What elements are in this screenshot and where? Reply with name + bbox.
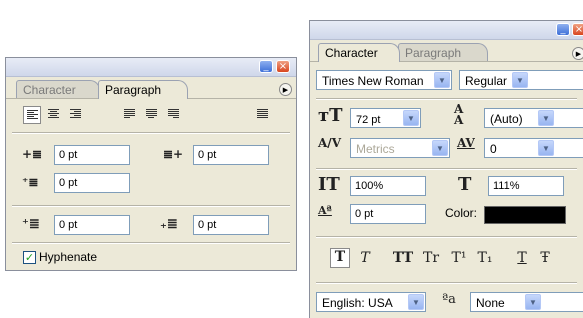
align-left-icon [27, 110, 38, 121]
divider [12, 205, 290, 207]
chevron-down-icon[interactable]: ▼ [538, 110, 554, 126]
font-size-value: 72 pt [356, 114, 381, 126]
hyphenate-checkbox[interactable]: ✓ [23, 251, 36, 264]
leading-icon: AA [454, 102, 464, 127]
chevron-down-icon[interactable]: ▼ [512, 72, 528, 88]
strikethrough-button[interactable]: Ŧ [536, 250, 554, 266]
font-size-icon: ᴛT [318, 105, 343, 126]
align-right-button[interactable] [67, 106, 85, 124]
tab-character[interactable]: Character [318, 43, 400, 62]
divider [316, 236, 577, 238]
justify-last-right-icon [168, 109, 179, 120]
chevron-down-icon[interactable]: ▼ [408, 294, 424, 310]
paragraph-panel-body: +≣ 0 pt ≣+ 0 pt ⁺≣ 0 pt ⁺≣ 0 pt ₊≣ 0 pt … [6, 98, 296, 270]
faux-italic-button[interactable]: T [356, 250, 374, 266]
leading-dropdown[interactable]: (Auto) ▼ [484, 108, 583, 128]
vertical-scale-input[interactable]: 100% [350, 176, 426, 196]
panel-menu-button[interactable]: ▶ [279, 83, 292, 96]
character-panel-body: Times New Roman ▼ Regular ▼ ᴛT 72 pt ▼ A… [310, 61, 583, 318]
tab-paragraph[interactable]: Paragraph [98, 80, 188, 99]
space-before-input[interactable]: 0 pt [54, 215, 130, 235]
indent-left-icon: +≣ [22, 147, 43, 161]
minimize-button[interactable]: _ [259, 60, 273, 73]
indent-first-line-icon: ⁺≣ [22, 175, 39, 189]
justify-last-center-icon [146, 109, 157, 120]
space-after-icon: ₊≣ [160, 217, 178, 232]
underline-button[interactable]: T [513, 250, 531, 266]
justify-last-left-icon [124, 109, 135, 120]
anti-alias-icon: ªa [442, 292, 456, 307]
justify-last-right-button[interactable] [165, 106, 183, 124]
font-family-dropdown[interactable]: Times New Roman ▼ [316, 70, 452, 90]
superscript-button[interactable]: T¹ [448, 250, 470, 266]
chevron-down-icon[interactable]: ▼ [403, 110, 419, 126]
chevron-down-icon[interactable]: ▼ [432, 140, 448, 156]
font-size-dropdown[interactable]: 72 pt ▼ [350, 108, 421, 128]
character-panel-tabs: Character Paragraph ▶ [310, 40, 583, 62]
divider [316, 168, 577, 170]
tracking-dropdown[interactable]: 0 ▼ [484, 138, 583, 158]
divider [316, 98, 577, 100]
paragraph-panel-tabs: Character Paragraph ▶ [6, 77, 296, 99]
horizontal-scale-icon: T [458, 174, 472, 195]
tab-character[interactable]: Character [16, 80, 100, 99]
color-label: Color: [445, 206, 478, 220]
align-center-icon [48, 109, 59, 120]
align-right-icon [70, 109, 81, 120]
small-caps-button[interactable]: Tr [420, 250, 442, 266]
panel-menu-button[interactable]: ▶ [572, 47, 583, 60]
justify-all-icon [257, 109, 268, 120]
tracking-value: 0 [490, 142, 497, 156]
divider [12, 132, 290, 134]
space-after-input[interactable]: 0 pt [193, 215, 269, 235]
kerning-value: Metrics [356, 142, 395, 156]
horizontal-scale-input[interactable]: 111% [488, 176, 564, 196]
baseline-shift-input[interactable]: 0 pt [350, 204, 426, 224]
chevron-down-icon[interactable]: ▼ [525, 294, 541, 310]
baseline-shift-icon: Aª [318, 204, 332, 217]
align-left-button[interactable] [23, 106, 41, 124]
paragraph-panel: _ × Character Paragraph ▶ +≣ 0 pt ≣+ 0 p… [5, 57, 297, 271]
font-style-value: Regular [465, 74, 508, 88]
vertical-scale-icon: IT [318, 174, 340, 195]
character-panel: _ × Character Paragraph ▶ Times New Roma… [309, 20, 583, 318]
chevron-down-icon[interactable]: ▼ [538, 140, 554, 156]
kerning-dropdown[interactable]: Metrics ▼ [350, 138, 450, 158]
kerning-icon: A/V [318, 136, 342, 150]
divider [316, 282, 577, 284]
indent-right-input[interactable]: 0 pt [193, 145, 269, 165]
subscript-button[interactable]: T₁ [474, 250, 496, 266]
minimize-button[interactable]: _ [556, 23, 570, 36]
leading-value: (Auto) [490, 112, 523, 126]
space-before-icon: ⁺≣ [22, 217, 40, 232]
divider [12, 242, 290, 244]
indent-left-input[interactable]: 0 pt [54, 145, 130, 165]
anti-alias-dropdown[interactable]: None ▼ [470, 292, 583, 312]
justify-last-left-button[interactable] [121, 106, 139, 124]
indent-first-line-input[interactable]: 0 pt [54, 173, 130, 193]
language-dropdown[interactable]: English: USA ▼ [316, 292, 426, 312]
chevron-down-icon[interactable]: ▼ [434, 72, 450, 88]
font-style-dropdown[interactable]: Regular ▼ [459, 70, 583, 90]
paragraph-panel-titlebar[interactable]: _ × [6, 58, 296, 77]
character-panel-titlebar[interactable]: _ × [310, 21, 583, 40]
color-swatch[interactable] [484, 206, 566, 224]
indent-right-icon: ≣+ [163, 147, 184, 161]
justify-all-button[interactable] [254, 106, 272, 124]
font-family-value: Times New Roman [322, 74, 424, 88]
tab-paragraph[interactable]: Paragraph [398, 43, 488, 62]
anti-alias-value: None [476, 296, 505, 310]
align-center-button[interactable] [45, 106, 63, 124]
close-button[interactable]: × [572, 23, 583, 36]
all-caps-button[interactable]: TT [390, 250, 416, 266]
justify-last-center-button[interactable] [143, 106, 161, 124]
language-value: English: USA [322, 296, 393, 310]
faux-bold-button[interactable]: T [330, 248, 350, 268]
hyphenate-label: Hyphenate [39, 250, 98, 264]
close-button[interactable]: × [276, 60, 290, 73]
tracking-icon: AV [457, 136, 475, 150]
